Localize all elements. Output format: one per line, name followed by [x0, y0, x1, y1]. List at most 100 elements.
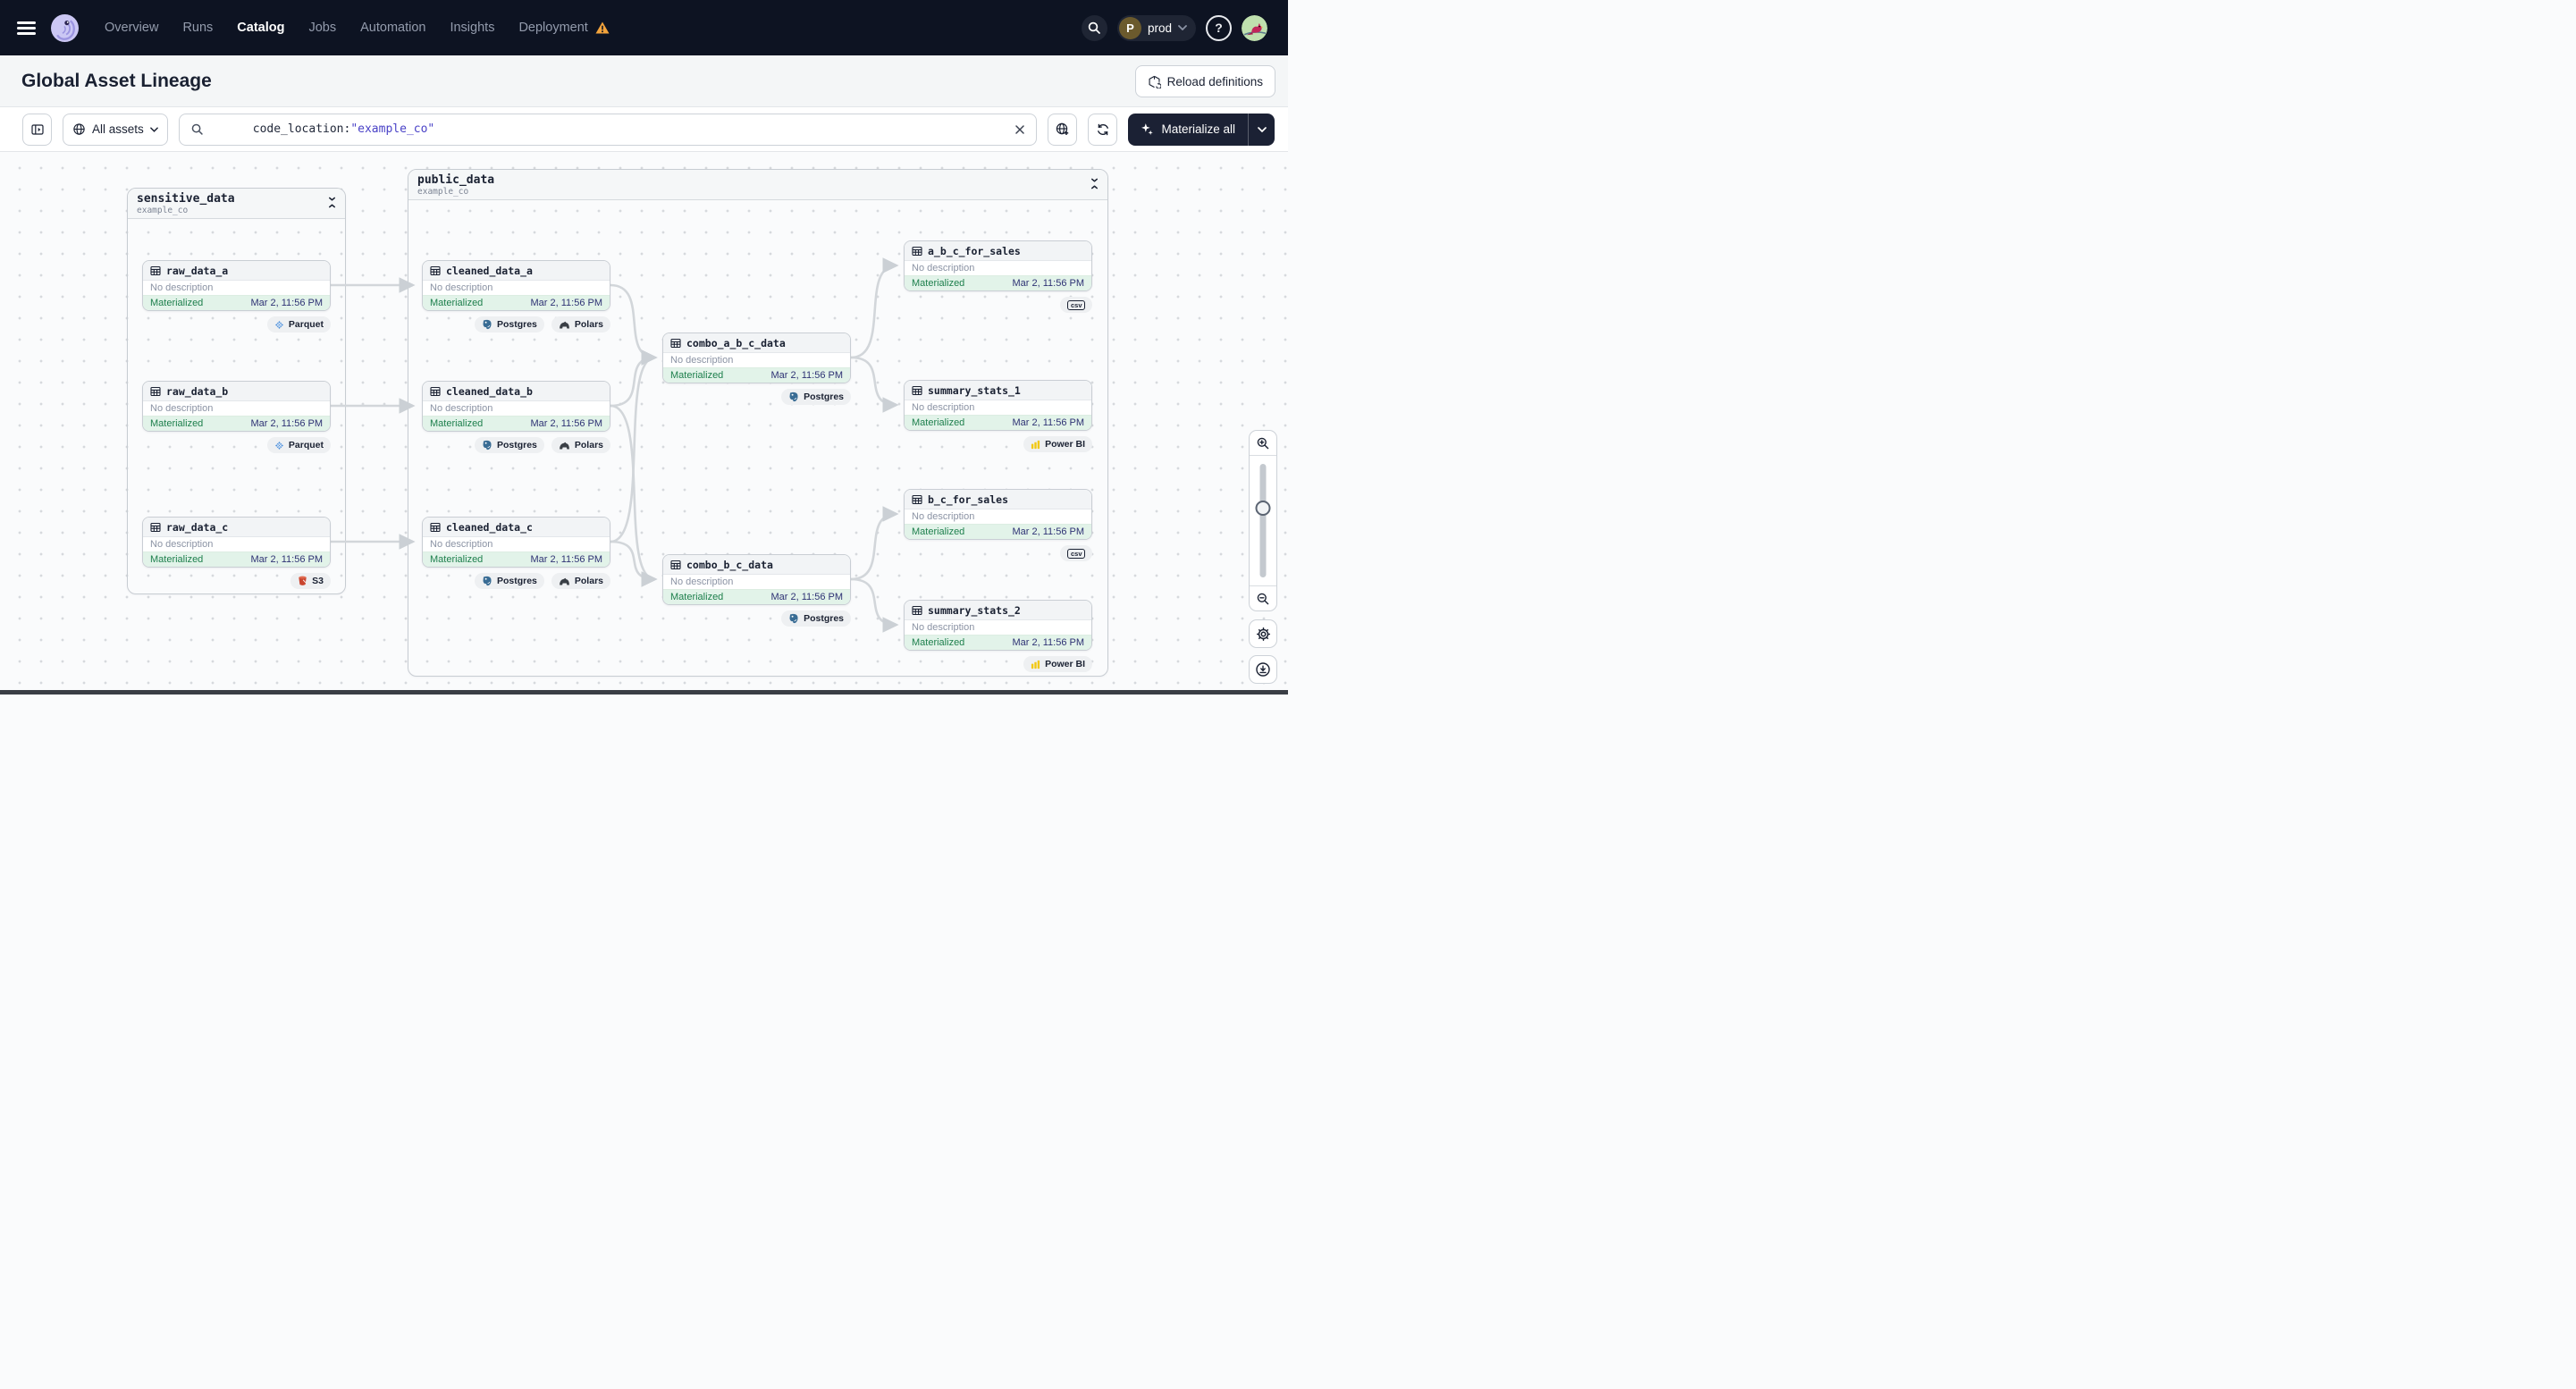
- asset-node-raw-data-a[interactable]: raw_data_a No description Materialized Ma…: [142, 260, 331, 333]
- asset-card[interactable]: raw_data_c No description Materialized Ma…: [142, 517, 331, 568]
- asset-name: raw_data_b: [166, 384, 229, 398]
- asset-card[interactable]: combo_b_c_data No description Materializ…: [662, 554, 851, 605]
- download-image-button[interactable]: [1249, 655, 1277, 684]
- kind-tag-postgres[interactable]: Postgres: [474, 573, 544, 589]
- help-icon[interactable]: ?: [1206, 14, 1232, 41]
- asset-timestamp: Mar 2, 11:56 PM: [1012, 526, 1085, 537]
- group-header-sensitive-data[interactable]: sensitive_data example_co: [128, 189, 345, 219]
- asset-node-raw-data-b[interactable]: raw_data_b No description Materialized Ma…: [142, 381, 331, 453]
- asset-description: No description: [423, 400, 610, 416]
- zoom-out-button[interactable]: [1250, 586, 1276, 610]
- asset-name: cleaned_data_b: [446, 384, 533, 398]
- kind-tag-csv[interactable]: csv: [1060, 545, 1092, 561]
- asset-timestamp: Mar 2, 11:56 PM: [1012, 278, 1085, 289]
- kind-tag-polars[interactable]: Polars: [551, 573, 610, 589]
- asset-node-cleaned-data-b[interactable]: cleaned_data_b No description Materializ…: [422, 381, 610, 453]
- collapse-group-icon[interactable]: [1090, 178, 1099, 189]
- asset-node-summary-stats-1[interactable]: summary_stats_1 No description Materiali…: [904, 380, 1092, 452]
- asset-name: b_c_for_sales: [928, 492, 1009, 506]
- asset-card[interactable]: combo_a_b_c_data No description Material…: [662, 333, 851, 383]
- asset-node-a-b-c-for-sales[interactable]: a_b_c_for_sales No description Materiali…: [904, 240, 1092, 313]
- nav-item-automation[interactable]: Automation: [360, 21, 425, 35]
- user-avatar[interactable]: [1242, 14, 1267, 41]
- asset-description: No description: [663, 352, 850, 367]
- asset-node-cleaned-data-a[interactable]: cleaned_data_a No description Materializ…: [422, 260, 610, 333]
- zoom-in-icon: [1257, 437, 1269, 449]
- nav-menu: Overview Runs Catalog Jobs Automation In…: [105, 21, 610, 35]
- asset-node-combo-a-b-c-data[interactable]: combo_a_b_c_data No description Material…: [662, 333, 851, 405]
- kind-tag-s3[interactable]: S3: [290, 573, 331, 589]
- asset-node-combo-b-c-data[interactable]: combo_b_c_data No description Materializ…: [662, 554, 851, 627]
- kind-tag-postgres[interactable]: Postgres: [474, 437, 544, 453]
- kind-tag-parquet[interactable]: Parquet: [266, 437, 331, 453]
- materialize-options-button[interactable]: [1249, 114, 1275, 146]
- kind-tag-powerbi[interactable]: Power BI: [1023, 436, 1092, 452]
- reload-cube-icon: [1149, 75, 1161, 88]
- asset-status: Materialized: [430, 554, 484, 565]
- kind-tag-polars[interactable]: Polars: [551, 316, 610, 333]
- asset-scope-dropdown[interactable]: All assets: [63, 113, 168, 146]
- materialize-all-button[interactable]: Materialize all: [1128, 114, 1248, 146]
- asset-timestamp: Mar 2, 11:56 PM: [250, 298, 324, 308]
- asset-timestamp: Mar 2, 11:56 PM: [250, 418, 324, 429]
- globe-icon: [73, 123, 85, 135]
- zoom-slider-track[interactable]: [1259, 464, 1267, 577]
- nav-item-overview[interactable]: Overview: [105, 21, 158, 35]
- asset-name: raw_data_a: [166, 264, 229, 277]
- graph-settings-button[interactable]: [1249, 619, 1277, 648]
- asset-node-b-c-for-sales[interactable]: b_c_for_sales No description Materialize…: [904, 489, 1092, 561]
- search-input[interactable]: code_location:"example_co": [178, 113, 1038, 146]
- nav-item-deployment[interactable]: Deployment: [518, 21, 610, 35]
- asset-card[interactable]: summary_stats_2 No description Materiali…: [904, 600, 1092, 651]
- environment-switcher[interactable]: P prod: [1116, 14, 1196, 41]
- clear-search-button[interactable]: [1014, 124, 1025, 135]
- zoom-in-button[interactable]: [1250, 431, 1276, 455]
- asset-node-raw-data-c[interactable]: raw_data_c No description Materialized Ma…: [142, 517, 331, 589]
- asset-node-summary-stats-2[interactable]: summary_stats_2 No description Materiali…: [904, 600, 1092, 672]
- kind-tag-postgres[interactable]: Postgres: [781, 389, 851, 405]
- kind-tag-label: Parquet: [288, 319, 324, 330]
- zoom-slider[interactable]: [1250, 455, 1276, 586]
- dagster-logo-icon[interactable]: [51, 13, 79, 42]
- zoom-slider-handle[interactable]: [1255, 501, 1271, 516]
- nav-item-insights[interactable]: Insights: [450, 21, 494, 35]
- nav-item-jobs[interactable]: Jobs: [308, 21, 336, 35]
- group-header-public-data[interactable]: public_data example_co: [408, 170, 1107, 200]
- table-icon: [912, 246, 922, 256]
- kind-tag-label: Parquet: [288, 440, 324, 450]
- open-panel-button[interactable]: [22, 113, 52, 146]
- refresh-icon: [1098, 123, 1108, 135]
- csv-icon: csv: [1067, 299, 1085, 310]
- lineage-canvas[interactable]: sensitive_data example_co public_data ex…: [0, 152, 1288, 694]
- asset-status: Materialized: [912, 278, 965, 289]
- asset-status: Materialized: [150, 418, 204, 429]
- asset-card[interactable]: cleaned_data_b No description Materializ…: [422, 381, 610, 432]
- asset-card[interactable]: b_c_for_sales No description Materialize…: [904, 489, 1092, 540]
- nav-item-catalog[interactable]: Catalog: [237, 21, 284, 35]
- collapse-group-icon[interactable]: [327, 197, 337, 208]
- menu-icon[interactable]: [17, 21, 36, 35]
- kind-tag-label: Postgres: [496, 576, 537, 586]
- table-icon: [912, 494, 922, 504]
- asset-card[interactable]: cleaned_data_c No description Materializ…: [422, 517, 610, 568]
- asset-card[interactable]: raw_data_b No description Materialized Ma…: [142, 381, 331, 432]
- kind-tag-powerbi[interactable]: Power BI: [1023, 656, 1092, 672]
- kind-tag-postgres[interactable]: Postgres: [474, 316, 544, 333]
- postgres-icon: [483, 440, 492, 450]
- kind-tag-postgres[interactable]: Postgres: [781, 610, 851, 627]
- kind-tag-parquet[interactable]: Parquet: [266, 316, 331, 333]
- materialize-all-label: Materialize all: [1161, 122, 1235, 136]
- reload-definitions-button[interactable]: Reload definitions: [1134, 65, 1275, 97]
- asset-card[interactable]: summary_stats_1 No description Materiali…: [904, 380, 1092, 431]
- asset-node-cleaned-data-c[interactable]: cleaned_data_c No description Materializ…: [422, 517, 610, 589]
- search-button[interactable]: [1081, 14, 1107, 41]
- filter-to-group-button[interactable]: [1048, 113, 1078, 146]
- asset-card[interactable]: cleaned_data_a No description Materializ…: [422, 260, 610, 311]
- kind-tag-csv[interactable]: csv: [1060, 297, 1092, 313]
- asset-card[interactable]: a_b_c_for_sales No description Materiali…: [904, 240, 1092, 291]
- asset-card[interactable]: raw_data_a No description Materialized Ma…: [142, 260, 331, 311]
- zoom-controls: [1249, 430, 1277, 611]
- kind-tag-polars[interactable]: Polars: [551, 437, 610, 453]
- refresh-button[interactable]: [1088, 113, 1118, 146]
- nav-item-runs[interactable]: Runs: [182, 21, 213, 35]
